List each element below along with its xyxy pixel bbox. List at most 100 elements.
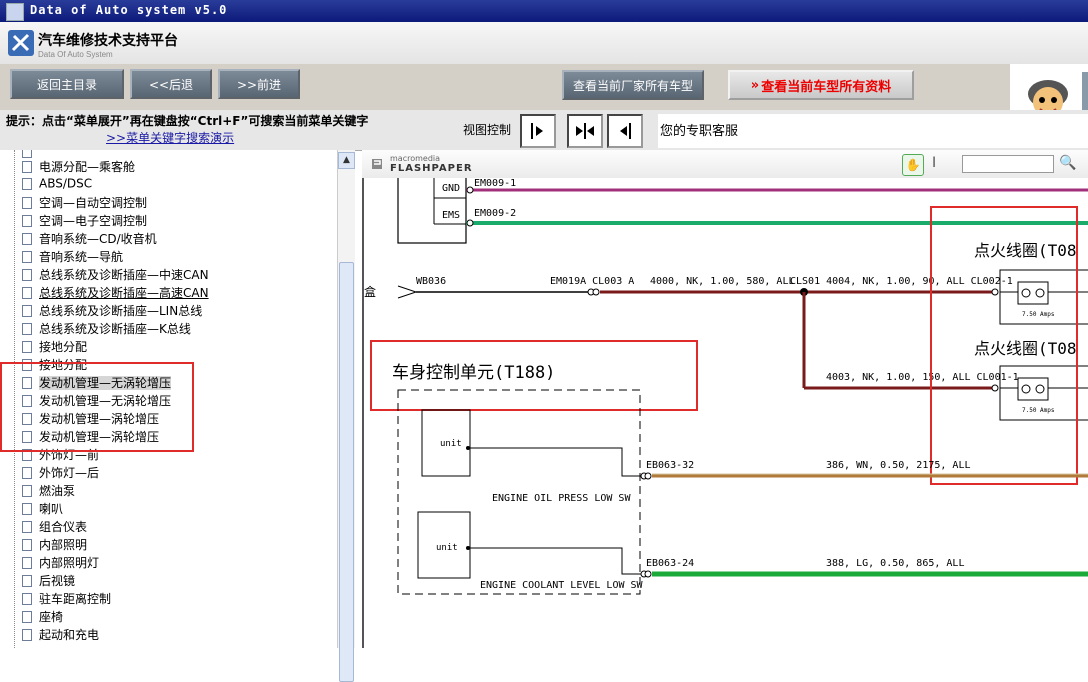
- tree-item[interactable]: 燃油泵: [22, 482, 75, 500]
- search-hint: 提示：点击“菜单展开”再在键盘按“Ctrl+F”可搜索当前菜单关键字: [6, 114, 369, 128]
- tree-item[interactable]: 总线系统及诊断插座—LIN总线: [22, 302, 202, 320]
- back-button[interactable]: <<后退: [130, 69, 212, 99]
- cls01-label: CLS01 4004, NK, 1.00, 90, ALL CL002-1: [790, 276, 1013, 287]
- arrows-center-icon: [576, 123, 594, 139]
- tree-item[interactable]: 外饰灯—后: [22, 464, 99, 482]
- document-icon: [22, 150, 32, 158]
- home-button[interactable]: 返回主目录: [10, 69, 124, 99]
- arrow-left-bar-icon: [620, 123, 631, 139]
- app-icon: [6, 3, 24, 21]
- wire-4000-label: 4000, NK, 1.00, 580, ALL: [650, 276, 795, 287]
- document-icon: [22, 502, 32, 515]
- tree-item-label: 喇叭: [39, 502, 64, 516]
- all-models-button[interactable]: 查看当前厂家所有车型: [562, 70, 704, 100]
- scroll-thumb[interactable]: [339, 262, 354, 682]
- em009-2-label: EM009-2: [474, 208, 516, 219]
- coil-1-label: 点火线圈(T08: [974, 241, 1077, 260]
- document-icon: [22, 628, 32, 641]
- tree-item[interactable]: 内部照明灯: [22, 554, 99, 572]
- em019a-label: EM019A CL003 A: [550, 276, 634, 287]
- document-icon: [22, 268, 32, 281]
- double-chevron-icon: »: [750, 77, 760, 93]
- tree-item[interactable]: 音响系统—导航: [22, 248, 123, 266]
- search-icon[interactable]: 🔍: [1059, 155, 1076, 171]
- flashpaper-toolbar: macromedia FLASHPAPER ✋ I 🔍: [362, 150, 1088, 179]
- tree-item[interactable]: ABS/DSC: [22, 176, 92, 194]
- eb063-24-label: EB063-24: [646, 558, 694, 569]
- wiring-diagram: GND EMS EM009-1 EM009-2 盒 WB036 EM019A C…: [364, 178, 1088, 595]
- tree-item-label: 电源分配—乘客舱: [39, 160, 136, 174]
- app-name: 汽车维修技术支持平台: [38, 33, 178, 49]
- find-input[interactable]: [962, 155, 1054, 173]
- tree-item[interactable]: 电源分配—乘客舱: [22, 158, 135, 176]
- tree-item[interactable]: 内部照明: [22, 536, 87, 554]
- tree-item[interactable]: 总线系统及诊断插座—中速CAN: [22, 266, 209, 284]
- ems-label: EMS: [442, 210, 460, 221]
- connector-pin: [466, 186, 474, 194]
- view-expand-right-button[interactable]: [520, 114, 556, 148]
- search-demo-link[interactable]: >>菜单关键字搜索演示: [106, 129, 234, 146]
- document-icon: [22, 286, 32, 299]
- tree-item-label: 总线系统及诊断插座—LIN总线: [39, 304, 203, 318]
- hand-tool-icon[interactable]: ✋: [902, 154, 924, 176]
- wire-388-label: 388, LG, 0.50, 865, ALL: [826, 558, 964, 569]
- document-icon: [22, 232, 32, 245]
- tree-item[interactable]: 总线系统及诊断插座—K总线: [22, 320, 191, 338]
- document-icon: [22, 340, 32, 353]
- tree-item[interactable]: 喇叭: [22, 500, 63, 518]
- tree-item[interactable]: 音响系统—CD/收音机: [22, 230, 157, 248]
- title-bar: Data of Auto system v5.0: [0, 0, 1088, 22]
- document-icon: [22, 466, 32, 479]
- tree-item[interactable]: 空调—电子空调控制: [22, 212, 147, 230]
- wiring-diagram-viewer[interactable]: GND EMS EM009-1 EM009-2 盒 WB036 EM019A C…: [362, 178, 1088, 648]
- view-expand-left-button[interactable]: [607, 114, 643, 148]
- document-icon: [22, 592, 32, 605]
- tree-item-label: 内部照明: [39, 538, 88, 552]
- tree-item-label: 接地分配: [39, 340, 88, 354]
- all-data-button[interactable]: » 查看当前车型所有资料: [728, 70, 914, 100]
- arrow-right-bar-icon: [531, 123, 543, 139]
- tree-scrollbar[interactable]: ▲: [337, 150, 355, 682]
- tree-item[interactable]: 组合仪表: [22, 518, 87, 536]
- bcm-title: 车身控制单元(T188): [392, 363, 555, 383]
- tree-item-label: 后视镜: [39, 574, 76, 588]
- flashpaper-logo-icon: [372, 159, 382, 169]
- app-header: 汽车维修技术支持平台 Data Of Auto System: [0, 22, 1088, 65]
- tree-item-label: 内部照明灯: [39, 556, 100, 570]
- forward-button[interactable]: >>前进: [218, 69, 300, 99]
- document-icon: [22, 322, 32, 335]
- oil-press-switch-label: ENGINE OIL PRESS LOW SW: [492, 493, 631, 504]
- wire-4003-label: 4003, NK, 1.00, 150, ALL CL001-1: [826, 372, 1019, 383]
- scroll-up-arrow-icon[interactable]: ▲: [338, 152, 355, 169]
- box-fragment-label: 盒: [364, 284, 376, 299]
- text-select-icon[interactable]: I: [932, 155, 936, 171]
- tree-item[interactable]: 起动和充电: [22, 626, 99, 644]
- tree-item-label: 总线系统及诊断插座—K总线: [39, 322, 191, 336]
- tree-item[interactable]: 接地分配: [22, 338, 87, 356]
- tree-item-label: 组合仪表: [39, 520, 88, 534]
- app-logo-icon: [8, 30, 34, 56]
- tree-item-label: 音响系统—导航: [39, 250, 124, 264]
- document-icon: [22, 538, 32, 551]
- bcm-dashed-box: [397, 389, 641, 595]
- coil-1-amps: 7.50 Amps: [1022, 311, 1055, 318]
- tree-item-label: ABS/DSC: [39, 176, 93, 191]
- unit-2-label: unit: [436, 543, 458, 553]
- document-icon: [22, 250, 32, 263]
- tree-item[interactable]: 总线系统及诊断插座—高速CAN: [22, 284, 209, 302]
- tree-item[interactable]: 驻车距离控制: [22, 590, 111, 608]
- tree-item[interactable]: 空调—自动空调控制: [22, 194, 147, 212]
- document-icon: [22, 556, 32, 569]
- document-icon: [22, 177, 32, 190]
- gnd-label: GND: [442, 183, 460, 194]
- wb036-label: WB036: [416, 276, 446, 287]
- document-icon: [22, 304, 32, 317]
- tree-item-label: 驻车距离控制: [39, 592, 112, 606]
- tree-item[interactable]: 后视镜: [22, 572, 75, 590]
- connector-pin: [466, 219, 474, 227]
- wire-386-label: 386, WN, 0.50, 2175, ALL: [826, 460, 971, 471]
- toolbar: 返回主目录 <<后退 >>前进 查看当前厂家所有车型 » 查看当前车型所有资料: [0, 64, 1088, 110]
- tree-item-label: 总线系统及诊断插座—高速CAN: [39, 286, 209, 300]
- tree-item[interactable]: 座椅: [22, 608, 63, 626]
- view-split-button[interactable]: [567, 114, 603, 148]
